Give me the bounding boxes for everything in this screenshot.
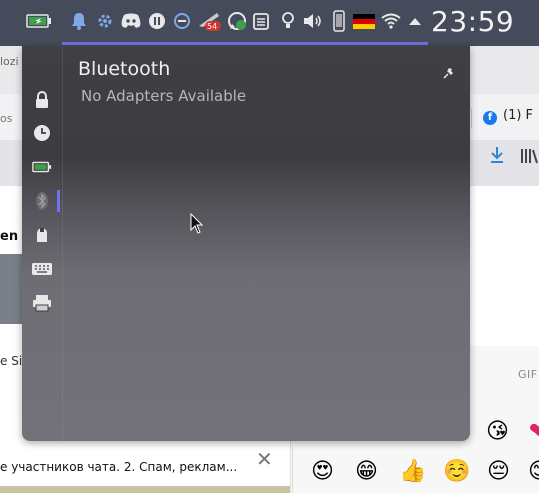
popup-sidebar — [22, 46, 63, 441]
chat-rules-text: е участников чата. 2. Спам, реклам... — [0, 460, 238, 474]
kde-connect-icon[interactable] — [94, 0, 116, 42]
browser-tab2-label[interactable]: os — [0, 112, 12, 125]
volume-icon[interactable] — [302, 0, 324, 42]
panel-separator — [292, 446, 293, 493]
emoji-heart-eyes[interactable]: 😍 — [311, 460, 334, 484]
app-badge-icon[interactable]: 54 — [196, 0, 224, 42]
expand-arrow-icon[interactable] — [405, 0, 425, 42]
clock[interactable]: 23:59 — [431, 2, 514, 42]
tab-separator — [471, 108, 472, 128]
pin-icon[interactable] — [443, 64, 455, 83]
browser-tab-label[interactable]: lozi — [0, 55, 19, 68]
popup-subtitle: No Adapters Available — [81, 87, 247, 105]
popup-title: Bluetooth — [78, 58, 171, 80]
library-icon[interactable] — [520, 148, 539, 168]
emoji-blush[interactable]: 😊 — [528, 460, 539, 484]
clock-icon[interactable] — [32, 123, 52, 143]
notification-bell-icon[interactable] — [68, 0, 90, 42]
close-icon[interactable]: ✕ — [256, 449, 273, 469]
emoji-pensive[interactable]: 😔 — [487, 460, 510, 484]
active-item-indicator — [57, 190, 60, 212]
gif-tab[interactable]: GIF — [518, 368, 538, 381]
bluetooth-icon[interactable] — [32, 191, 52, 211]
media-pause-icon[interactable] — [146, 0, 168, 42]
lock-icon[interactable] — [32, 90, 52, 110]
clipboard-icon[interactable] — [250, 0, 272, 42]
bottom-strip — [0, 486, 290, 493]
facebook-icon: f — [483, 111, 497, 125]
facebook-tab-label[interactable]: (1) F — [503, 108, 533, 123]
battery-icon[interactable] — [32, 157, 52, 177]
discord-icon[interactable] — [118, 0, 144, 42]
emoji-heart[interactable]: ❤ — [529, 420, 539, 444]
do-not-disturb-icon[interactable] — [171, 0, 193, 42]
whatsapp-icon[interactable] — [225, 0, 249, 42]
mouse-cursor-icon — [190, 212, 204, 239]
emoji-smile[interactable]: ☺️ — [443, 460, 470, 484]
panel-active-indicator — [62, 42, 428, 45]
usb-device-icon[interactable] — [32, 225, 52, 245]
wifi-icon[interactable] — [380, 0, 402, 42]
lightbulb-icon[interactable] — [278, 0, 298, 42]
image-thumbnail — [0, 254, 22, 324]
emoji-thumbs-up[interactable]: 👍 — [399, 460, 426, 484]
contact-name: en — [0, 229, 19, 244]
printer-icon[interactable] — [32, 293, 52, 313]
battery-icon[interactable] — [24, 0, 54, 42]
download-icon[interactable] — [489, 146, 505, 168]
badge-count: 54 — [207, 22, 218, 31]
emoji-kiss[interactable]: 😘 — [486, 420, 509, 444]
emoji-grin[interactable]: 😁 — [355, 460, 378, 484]
phone-icon[interactable] — [330, 0, 348, 42]
german-flag-icon[interactable] — [351, 0, 377, 42]
system-panel: 54 23:59 — [0, 0, 539, 46]
system-tray-popup: Bluetooth No Adapters Available — [22, 46, 470, 441]
keyboard-icon[interactable] — [32, 259, 52, 279]
